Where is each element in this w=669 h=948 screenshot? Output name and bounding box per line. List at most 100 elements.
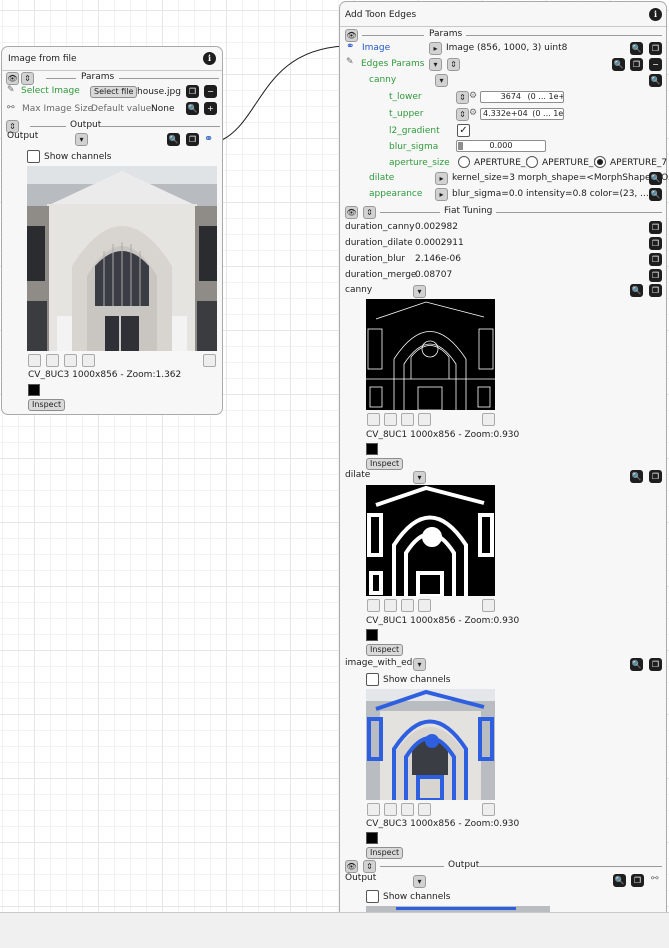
zoom-icon[interactable]: 🔍	[167, 133, 180, 146]
zoom-icon[interactable]: 🔍	[630, 284, 643, 297]
params-separator-left	[46, 78, 76, 79]
t-lower-range: (0 ... 1e+04)	[527, 92, 564, 101]
copy-icon[interactable]: ❐	[649, 237, 662, 250]
copy-icon[interactable]: ❐	[186, 133, 199, 146]
link-icon[interactable]: ⚭	[346, 41, 354, 52]
info-icon[interactable]: i	[203, 52, 216, 65]
zoom-in-icon[interactable]	[28, 354, 41, 367]
eye-icon[interactable]: 👁	[345, 206, 358, 219]
expand-icon[interactable]: ⇕	[363, 206, 376, 219]
inspect-button[interactable]: Inspect	[366, 847, 404, 859]
zoom-icon[interactable]: 🔍	[613, 874, 626, 887]
edge-image[interactable]	[366, 689, 495, 800]
copy-icon[interactable]: ❐	[649, 42, 662, 55]
expand-icon[interactable]: ⇕	[447, 58, 460, 71]
zoom-icon[interactable]: 🔍	[649, 74, 662, 87]
show-channels-checkbox[interactable]	[27, 150, 40, 163]
eye-icon[interactable]: 👁	[345, 860, 358, 873]
color-swatch	[366, 629, 378, 641]
dilate-expand-arrow[interactable]: ▸	[435, 172, 448, 185]
image-from-file-node[interactable]: Image from file i 👁 ⇕ Params ✎ Select Im…	[1, 46, 223, 415]
blur-sigma-slider[interactable]: 0.000	[456, 140, 546, 152]
zoom-reset-icon[interactable]	[401, 413, 414, 426]
select-file-button[interactable]: Select file	[90, 86, 138, 98]
dilate-image-dropdown[interactable]: ▾	[413, 471, 426, 484]
plus-icon[interactable]: +	[204, 102, 217, 115]
edge-image-dropdown[interactable]: ▾	[413, 658, 426, 671]
bottom-scrollbar[interactable]	[0, 912, 669, 948]
copy-icon[interactable]: ❐	[649, 470, 662, 483]
zoom-reset-icon[interactable]	[64, 354, 77, 367]
appearance-expand-arrow[interactable]: ▸	[435, 188, 448, 201]
copy-icon[interactable]: ❐	[649, 253, 662, 266]
fullscreen-icon[interactable]	[482, 599, 495, 612]
output-dropdown[interactable]: ▾	[413, 875, 426, 888]
zoom-out-icon[interactable]	[384, 803, 397, 816]
zoom-out-icon[interactable]	[384, 413, 397, 426]
house-image[interactable]	[27, 166, 217, 351]
zoom-icon[interactable]: 🔍	[186, 102, 199, 115]
fullscreen-icon[interactable]	[203, 354, 216, 367]
inspect-button[interactable]: Inspect	[366, 644, 404, 656]
expand-icon[interactable]: ⇕	[363, 860, 376, 873]
aperture-3-radio[interactable]	[458, 156, 470, 168]
canny-image-dropdown[interactable]: ▾	[413, 285, 426, 298]
l2-gradient-checkbox[interactable]: ✓	[457, 124, 470, 137]
fit-icon[interactable]	[418, 599, 431, 612]
zoom-in-icon[interactable]	[367, 803, 380, 816]
info-icon[interactable]: i	[649, 8, 662, 21]
zoom-icon[interactable]: 🔍	[630, 658, 643, 671]
zoom-out-icon[interactable]	[46, 354, 59, 367]
fit-icon[interactable]	[418, 803, 431, 816]
t-upper-input[interactable]: 4.332e+04 (0 ... 1e+05)	[480, 108, 564, 120]
zoom-in-icon[interactable]	[367, 599, 380, 612]
fullscreen-icon[interactable]	[482, 413, 495, 426]
aperture-7-radio[interactable]	[594, 156, 606, 168]
zoom-reset-icon[interactable]	[401, 599, 414, 612]
zoom-icon[interactable]: 🔍	[630, 42, 643, 55]
fullscreen-icon[interactable]	[482, 803, 495, 816]
minus-icon[interactable]: −	[649, 58, 662, 71]
expand-icon[interactable]: ⇕	[21, 72, 34, 85]
zoom-icon[interactable]: 🔍	[630, 470, 643, 483]
t-upper-reset-icon[interactable]: ⚙	[469, 108, 477, 118]
zoom-icon[interactable]: 🔍	[649, 188, 662, 201]
canny-image[interactable]	[366, 299, 495, 410]
copy-icon[interactable]: ❐	[630, 58, 643, 71]
fit-icon[interactable]	[82, 354, 95, 367]
t-upper-stepper[interactable]: ⇕	[456, 108, 469, 121]
aperture-5-radio[interactable]	[526, 156, 538, 168]
copy-icon[interactable]: ❐	[631, 874, 644, 887]
edges-params-dropdown[interactable]: ▾	[429, 58, 442, 71]
inspect-button[interactable]: Inspect	[366, 458, 404, 470]
inspect-button[interactable]: Inspect	[28, 399, 66, 411]
add-toon-edges-node[interactable]: Add Toon Edges i 👁 Params ⚭ Image ▸ Imag…	[339, 1, 669, 948]
show-channels-checkbox[interactable]	[366, 673, 379, 686]
image-info: CV_8UC3 1000x856 - Zoom:1.362	[28, 370, 182, 380]
zoom-out-icon[interactable]	[384, 599, 397, 612]
copy-icon[interactable]: ❐	[186, 85, 199, 98]
image-expand-arrow[interactable]: ▸	[429, 42, 442, 55]
eye-icon[interactable]: 👁	[6, 72, 19, 85]
copy-icon[interactable]: ❐	[649, 269, 662, 282]
pencil-icon: ✎	[7, 85, 15, 95]
zoom-reset-icon[interactable]	[401, 803, 414, 816]
fit-icon[interactable]	[418, 413, 431, 426]
image-value: Image (856, 1000, 3) uint8	[446, 43, 568, 53]
zoom-icon[interactable]: 🔍	[649, 172, 662, 185]
zoom-in-icon[interactable]	[367, 413, 380, 426]
copy-icon[interactable]: ❐	[649, 658, 662, 671]
t-lower-stepper[interactable]: ⇕	[456, 91, 469, 104]
t-lower-reset-icon[interactable]: ⚙	[469, 91, 477, 101]
canny-dropdown[interactable]: ▾	[435, 74, 448, 87]
output-dropdown[interactable]: ▾	[75, 133, 88, 146]
blur-sigma-knob[interactable]	[458, 142, 463, 150]
copy-icon[interactable]: ❐	[649, 284, 662, 297]
minus-icon[interactable]: −	[204, 85, 217, 98]
zoom-icon[interactable]: 🔍	[612, 58, 625, 71]
dilate-image[interactable]	[366, 485, 495, 596]
t-lower-input[interactable]: 3674 (0 ... 1e+04)	[480, 91, 564, 103]
link-icon[interactable]: ⚭	[204, 132, 213, 145]
show-channels-checkbox[interactable]	[366, 890, 379, 903]
copy-icon[interactable]: ❐	[649, 221, 662, 234]
